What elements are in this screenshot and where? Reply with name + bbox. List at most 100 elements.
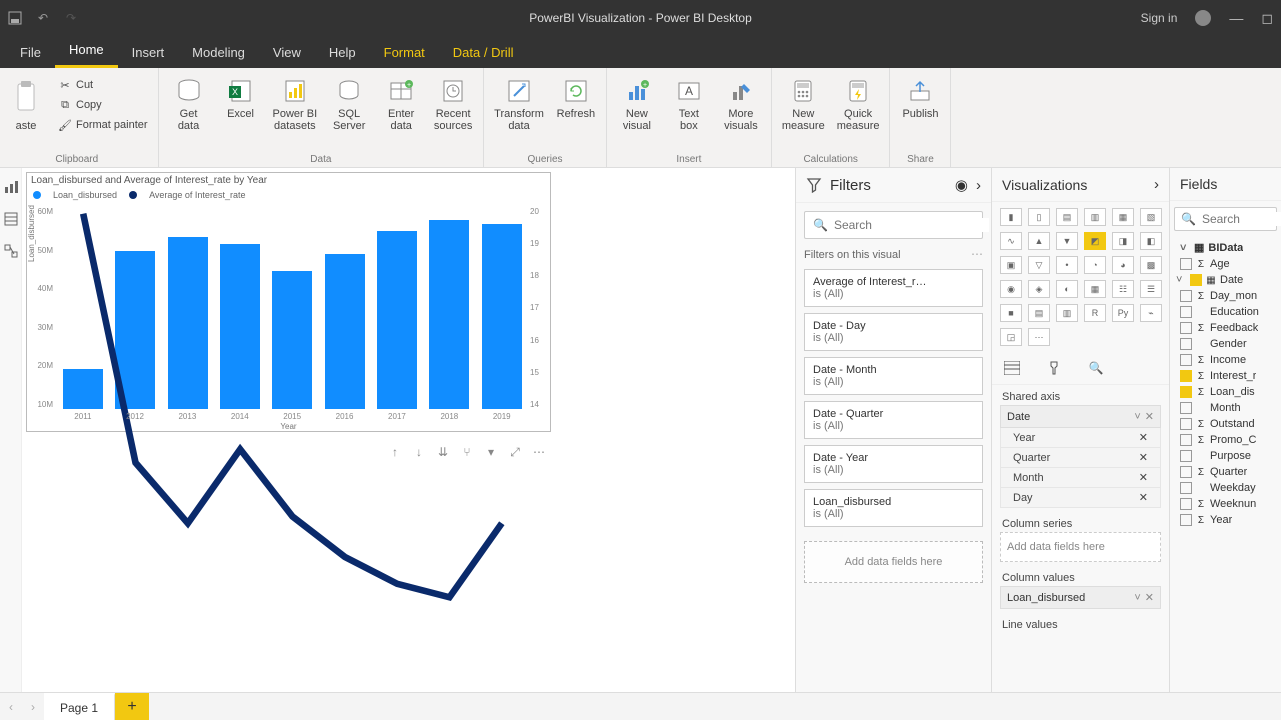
viz-type-button[interactable]: ◩ (1084, 232, 1106, 250)
viz-type-button[interactable]: ▥ (1084, 208, 1106, 226)
field-row[interactable]: ΣFeedback (1178, 320, 1273, 336)
maximize-icon[interactable]: ◻ (1261, 10, 1273, 27)
transform-data-button[interactable]: Transform data (494, 76, 544, 132)
viz-type-button[interactable]: ▽ (1028, 256, 1050, 274)
more-options-icon[interactable]: ⋯ (532, 445, 546, 459)
sign-in-link[interactable]: Sign in (1141, 11, 1178, 25)
field-row[interactable]: Purpose (1178, 448, 1273, 464)
sql-server-button[interactable]: SQL Server (329, 76, 369, 132)
hierarchy-level[interactable]: Year✕ (1000, 428, 1161, 448)
filters-search[interactable]: 🔍 (804, 211, 983, 239)
chevron-down-icon[interactable]: ˅ (1130, 592, 1140, 604)
remove-icon[interactable]: ✕ (1139, 451, 1148, 464)
checkbox[interactable] (1180, 354, 1192, 366)
filter-card[interactable]: Date - Yearis (All) (804, 445, 983, 483)
filters-search-input[interactable] (834, 218, 989, 232)
remove-icon[interactable]: ✕ (1139, 491, 1148, 504)
field-row[interactable]: Education (1178, 304, 1273, 320)
pbi-datasets-button[interactable]: Power BI datasets (273, 76, 318, 132)
shared-axis-field[interactable]: Date ˅ ✕ (1000, 405, 1161, 428)
recent-sources-button[interactable]: Recent sources (433, 76, 473, 132)
model-view-icon[interactable] (4, 244, 18, 258)
drill-down-icon[interactable]: ↓ (412, 445, 426, 459)
viz-type-button[interactable]: ■ (1000, 304, 1022, 322)
checkbox[interactable] (1180, 338, 1192, 350)
column-values-field[interactable]: Loan_disbursed ˅ ✕ (1000, 586, 1161, 609)
viz-type-button[interactable]: ▦ (1112, 208, 1134, 226)
field-row[interactable]: ˅▦Date (1174, 272, 1273, 288)
more-icon[interactable]: ⋯ (971, 247, 983, 261)
viz-type-button[interactable]: ◈ (1028, 280, 1050, 298)
viz-type-button[interactable]: ▯ (1028, 208, 1050, 226)
field-row[interactable]: Weekday (1178, 480, 1273, 496)
viz-type-button[interactable]: ⋯ (1028, 328, 1050, 346)
viz-type-button[interactable]: ◲ (1000, 328, 1022, 346)
undo-icon[interactable]: ↶ (36, 11, 50, 25)
viz-type-button[interactable]: ⌁ (1140, 304, 1162, 322)
viz-type-button[interactable]: ▼ (1056, 232, 1078, 250)
table-header[interactable]: ˅ ▦ BIData (1178, 239, 1273, 256)
text-box-button[interactable]: AText box (669, 76, 709, 132)
viz-type-button[interactable]: ∿ (1000, 232, 1022, 250)
tab-format[interactable]: Format (370, 37, 439, 68)
filter-card[interactable]: Average of Interest_r…is (All) (804, 269, 983, 307)
checkbox[interactable] (1180, 306, 1192, 318)
checkbox[interactable] (1180, 258, 1192, 270)
checkbox[interactable] (1180, 466, 1192, 478)
viz-type-button[interactable]: ◕ (1112, 256, 1134, 274)
viz-type-button[interactable]: ▩ (1140, 256, 1162, 274)
add-page-button[interactable]: + (115, 693, 149, 720)
filter-icon[interactable]: ▾ (484, 445, 498, 459)
filter-card[interactable]: Date - Dayis (All) (804, 313, 983, 351)
tab-view[interactable]: View (259, 37, 315, 68)
more-visuals-button[interactable]: More visuals (721, 76, 761, 132)
tab-insert[interactable]: Insert (118, 37, 179, 68)
drill-up-icon[interactable]: ↑ (388, 445, 402, 459)
new-visual-button[interactable]: +New visual (617, 76, 657, 132)
copy-button[interactable]: ⧉Copy (58, 96, 148, 114)
user-avatar-icon[interactable] (1195, 10, 1211, 26)
eye-icon[interactable]: ◉ (955, 176, 968, 194)
get-data-button[interactable]: Get data (169, 76, 209, 132)
hierarchy-level[interactable]: Quarter✕ (1000, 448, 1161, 468)
filter-card[interactable]: Loan_disbursedis (All) (804, 489, 983, 527)
fields-search[interactable]: 🔍 (1174, 207, 1277, 231)
checkbox[interactable] (1180, 514, 1192, 526)
viz-type-button[interactable]: Py (1112, 304, 1134, 322)
fields-tab-icon[interactable] (1002, 358, 1022, 378)
filter-card[interactable]: Date - Monthis (All) (804, 357, 983, 395)
viz-type-button[interactable]: ▦ (1084, 280, 1106, 298)
field-row[interactable]: ΣQuarter (1178, 464, 1273, 480)
viz-type-button[interactable]: ▥ (1056, 304, 1078, 322)
field-row[interactable]: ΣLoan_dis (1178, 384, 1273, 400)
remove-icon[interactable]: ✕ (1141, 410, 1154, 423)
field-row[interactable]: ΣAge (1178, 256, 1273, 272)
viz-type-button[interactable]: • (1056, 256, 1078, 274)
new-measure-button[interactable]: New measure (782, 76, 825, 132)
viz-type-button[interactable]: ☷ (1112, 280, 1134, 298)
field-row[interactable]: ΣPromo_C (1178, 432, 1273, 448)
checkbox[interactable] (1180, 402, 1192, 414)
remove-icon[interactable]: ✕ (1139, 431, 1148, 444)
field-row[interactable]: ΣIncome (1178, 352, 1273, 368)
enter-data-button[interactable]: +Enter data (381, 76, 421, 132)
hierarchy-level[interactable]: Month✕ (1000, 468, 1161, 488)
checkbox[interactable] (1180, 498, 1192, 510)
tab-home[interactable]: Home (55, 34, 118, 68)
report-canvas[interactable]: Loan_disbursed and Average of Interest_r… (22, 168, 795, 692)
chevron-down-icon[interactable]: ˅ (1130, 411, 1140, 423)
publish-button[interactable]: Publish (900, 76, 940, 120)
viz-type-button[interactable]: ☰ (1140, 280, 1162, 298)
next-page-button[interactable]: › (22, 693, 44, 720)
field-row[interactable]: Gender (1178, 336, 1273, 352)
viz-type-button[interactable]: ◉ (1000, 280, 1022, 298)
cut-button[interactable]: ✂Cut (58, 76, 148, 94)
tab-modeling[interactable]: Modeling (178, 37, 259, 68)
refresh-button[interactable]: Refresh (556, 76, 596, 120)
viz-type-button[interactable]: ▲ (1028, 232, 1050, 250)
tab-file[interactable]: File (6, 37, 55, 68)
checkbox[interactable] (1180, 386, 1192, 398)
checkbox[interactable] (1180, 418, 1192, 430)
filter-card[interactable]: Date - Quarteris (All) (804, 401, 983, 439)
tab-data-drill[interactable]: Data / Drill (439, 37, 528, 68)
